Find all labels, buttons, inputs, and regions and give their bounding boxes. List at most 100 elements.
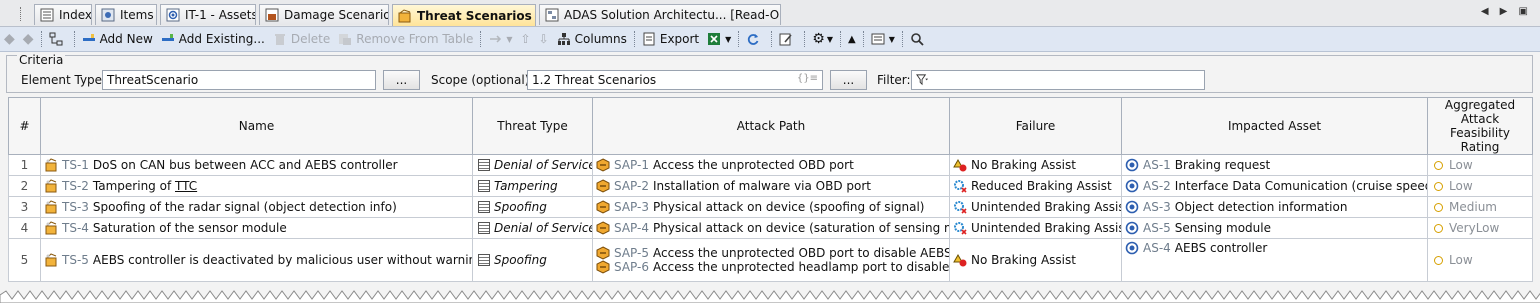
table-row[interactable]: 3 TS-3 Spoofing of the radar signal (objec… xyxy=(8,196,1533,218)
name-cell[interactable]: TS-2 Tampering of TTC xyxy=(40,175,473,197)
scope-field[interactable]: 1.2 Threat Scenarios {}≡ xyxy=(527,70,823,90)
tab-adas-architecture[interactable]: ADAS Solution Architectu... [Read-Only] xyxy=(539,4,781,25)
forward-button[interactable]: ◆ xyxy=(19,29,38,49)
impacted-asset-cell[interactable]: AS-4 AEBS controller xyxy=(1121,238,1428,282)
tab-threat-scenarios[interactable]: Threat Scenarios ✕ xyxy=(392,4,536,26)
threat-id: TS-1 xyxy=(62,158,89,172)
back-button[interactable]: ◆ xyxy=(0,29,19,49)
add-new-button[interactable]: Add New xyxy=(78,29,157,49)
attack-path-entry[interactable]: SAP-2 Installation of malware via OBD por… xyxy=(596,179,946,193)
filter-field[interactable] xyxy=(911,70,1205,90)
export-button[interactable]: Export xyxy=(638,29,703,49)
failure-cell[interactable]: Unintended Braking Assist xyxy=(949,196,1122,218)
threat-type-icon xyxy=(478,180,490,192)
move-button[interactable]: ▼ xyxy=(484,29,516,49)
threat-type-cell[interactable]: Tampering xyxy=(472,175,593,197)
move-up-button[interactable]: ⇧ xyxy=(517,29,535,49)
table-toolbar: ◆ ◆ Add New Add Existing... Delete Remov… xyxy=(0,27,1540,52)
toolbar-separator xyxy=(771,31,773,47)
table-row[interactable]: 1 TS-1 DoS on CAN bus between ACC and AEBS… xyxy=(8,154,1533,176)
feasibility-rating-cell[interactable]: Medium xyxy=(1427,196,1533,218)
column-header-name[interactable]: Name xyxy=(40,97,473,155)
impacted-asset-cell[interactable]: AS-3 Object detection information xyxy=(1121,196,1428,218)
attack-path-entry[interactable]: SAP-5 Access the unprotected OBD port to … xyxy=(596,246,949,260)
failure-text: No Braking Assist xyxy=(971,253,1076,267)
attack-path-cell[interactable]: SAP-3 Physical attack on device (spoofing… xyxy=(592,196,950,218)
remove-from-table-button[interactable]: Remove From Table xyxy=(334,29,477,49)
columns-button[interactable]: Columns xyxy=(553,29,631,49)
attack-path-cell[interactable]: SAP-1 Access the unprotected OBD port xyxy=(592,154,950,176)
table-row[interactable]: 2 TS-2 Tampering of TTC Tampering SAP-2 Insta… xyxy=(8,175,1533,197)
element-type-field[interactable]: ThreatScenario xyxy=(102,70,376,90)
collapse-button[interactable]: ▲ xyxy=(844,29,860,49)
failure-cell[interactable]: No Braking Assist xyxy=(949,154,1122,176)
dropdown-arrow-icon: ▼ xyxy=(826,34,834,44)
layout-button[interactable]: ▼ xyxy=(867,29,899,49)
tab-index[interactable]: Index xyxy=(34,4,92,25)
impacted-asset-cell[interactable]: AS-2 Interface Data Comunication (cruise … xyxy=(1121,175,1428,197)
attack-path-entry[interactable]: SAP-6 Access the unprotected headlamp por… xyxy=(596,260,949,274)
name-cell[interactable]: TS-3 Spoofing of the radar signal (object… xyxy=(40,196,473,218)
attack-path-cell[interactable]: SAP-2 Installation of malware via OBD por… xyxy=(592,175,950,197)
column-header-feasibility-rating[interactable]: Aggregated Attack Feasibility Rating xyxy=(1427,97,1533,155)
asset-name: Sensing module xyxy=(1174,221,1271,235)
tab-navigation-controls[interactable]: ◀ ▶ ▣ xyxy=(1481,6,1532,17)
threat-name-link[interactable]: TTC xyxy=(175,179,197,193)
hierarchy-button[interactable] xyxy=(45,29,71,49)
move-down-button[interactable]: ⇩ xyxy=(535,29,553,49)
threat-type-cell[interactable]: Spoofing xyxy=(472,238,593,282)
attack-path-cell[interactable]: SAP-5 Access the unprotected OBD port to … xyxy=(592,238,950,282)
column-header-impacted-asset[interactable]: Impacted Asset xyxy=(1121,97,1428,155)
failure-cell[interactable]: Unintended Braking Assist xyxy=(949,217,1122,239)
failure-cell[interactable]: No Braking Assist xyxy=(949,238,1122,282)
column-header-threat-type[interactable]: Threat Type xyxy=(472,97,593,155)
layout-icon xyxy=(871,33,885,45)
scope-browse-button[interactable]: ... xyxy=(830,70,867,90)
show-properties-button[interactable] xyxy=(775,29,801,49)
attack-path-text: Installation of malware via OBD port xyxy=(653,179,872,193)
impacted-asset-cell[interactable]: AS-5 Sensing module xyxy=(1121,217,1428,239)
feasibility-rating-cell[interactable]: Low xyxy=(1427,154,1533,176)
failure-cell[interactable]: Reduced Braking Assist xyxy=(949,175,1122,197)
name-cell[interactable]: TS-4 Saturation of the sensor module xyxy=(40,217,473,239)
options-button[interactable]: ⚙ ▼ xyxy=(808,29,837,49)
table-row[interactable]: 5 TS-5 AEBS controller is deactivated by m… xyxy=(8,238,1533,282)
table-row[interactable]: 4 TS-4 Saturation of the sensor module Deni… xyxy=(8,217,1533,239)
tab-items[interactable]: Items xyxy=(95,4,157,25)
scope-expression-icon[interactable]: {}≡ xyxy=(797,73,818,84)
column-header-number[interactable]: # xyxy=(8,97,41,155)
feasibility-rating-cell[interactable]: VeryLow xyxy=(1427,217,1533,239)
tab-damage-scenarios[interactable]: Damage Scenarios xyxy=(259,4,389,25)
attack-path-text: Access the unprotected OBD port to disab… xyxy=(653,246,950,260)
refresh-button[interactable] xyxy=(742,29,768,49)
attack-path-entry[interactable]: SAP-3 Physical attack on device (spoofing… xyxy=(596,200,946,214)
collapse-up-icon: ▲ xyxy=(848,33,856,45)
tab-assets[interactable]: IT-1 - Assets xyxy=(160,4,256,25)
column-header-attack-path[interactable]: Attack Path xyxy=(592,97,950,155)
impacted-asset-cell[interactable]: AS-1 Braking request xyxy=(1121,154,1428,176)
feasibility-rating-cell[interactable]: Low xyxy=(1427,175,1533,197)
threat-scenario-icon xyxy=(45,179,57,193)
edit-properties-icon xyxy=(779,33,792,46)
forward-arrow-icon: ◆ xyxy=(22,31,34,47)
excel-export-button[interactable]: ▼ xyxy=(703,29,735,49)
name-cell[interactable]: TS-5 AEBS controller is deactivated by ma… xyxy=(40,238,473,282)
attack-path-text: Physical attack on device (saturation of… xyxy=(653,221,949,235)
column-header-failure[interactable]: Failure xyxy=(949,97,1122,155)
threat-type-cell[interactable]: Denial of Service xyxy=(472,217,593,239)
add-existing-button[interactable]: Add Existing... xyxy=(157,29,269,49)
element-type-browse-button[interactable]: ... xyxy=(383,70,420,90)
delete-button[interactable]: Delete xyxy=(269,29,334,49)
threat-type-cell[interactable]: Denial of Service xyxy=(472,154,593,176)
filter-icon[interactable] xyxy=(916,73,929,86)
attack-path-entry[interactable]: SAP-4 Physical attack on device (saturati… xyxy=(596,221,949,235)
find-button[interactable] xyxy=(906,29,932,49)
tab-strip-grip[interactable] xyxy=(20,7,24,21)
attack-path-cell[interactable]: SAP-4 Physical attack on device (saturati… xyxy=(592,217,950,239)
attack-path-entry[interactable]: SAP-1 Access the unprotected OBD port xyxy=(596,158,946,172)
row-number: 3 xyxy=(8,196,41,218)
feasibility-rating-cell[interactable]: Low xyxy=(1427,238,1533,282)
threat-type-cell[interactable]: Spoofing xyxy=(472,196,593,218)
threat-type: Denial of Service xyxy=(494,158,593,172)
name-cell[interactable]: TS-1 DoS on CAN bus between ACC and AEBS … xyxy=(40,154,473,176)
